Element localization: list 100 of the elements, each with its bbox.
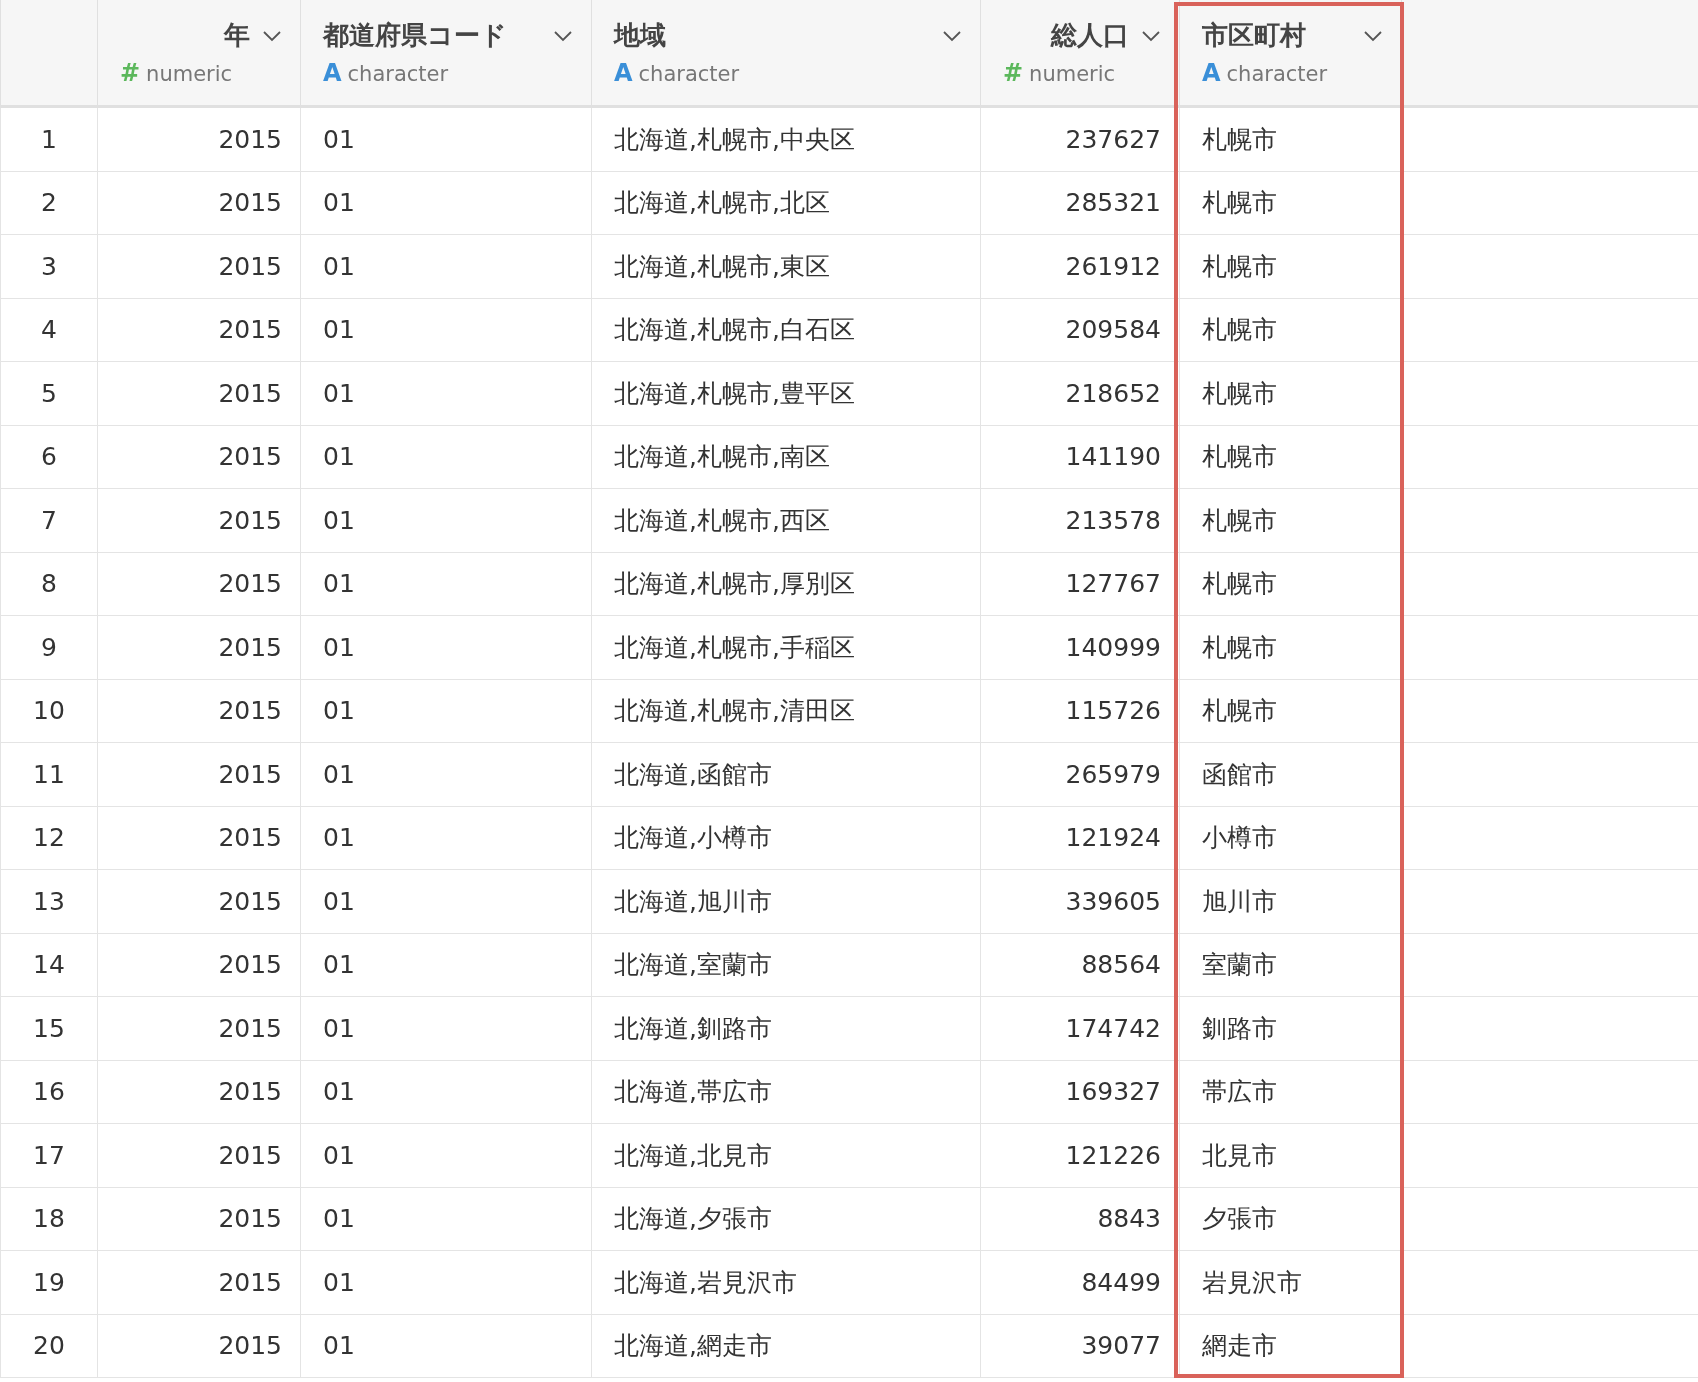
table-cell: 140999 [981, 616, 1180, 679]
chevron-down-icon[interactable] [1363, 29, 1383, 42]
chevron-down-icon[interactable] [942, 29, 962, 42]
table-cell: 北海道,帯広市 [592, 1060, 981, 1123]
table-cell: 岩見沢市 [1180, 1251, 1402, 1314]
table-cell: 261912 [981, 235, 1180, 298]
column-header[interactable]: 都道府県コード A character [301, 0, 592, 105]
table-cell: 北海道,網走市 [592, 1314, 981, 1377]
table-cell: 北海道,札幌市,東区 [592, 235, 981, 298]
row-number: 13 [0, 870, 98, 933]
chevron-down-icon[interactable] [553, 29, 573, 42]
table-cell: 2015 [98, 679, 301, 742]
column-name: 地域 [614, 19, 666, 52]
table-cell: 2015 [98, 806, 301, 869]
row-number: 15 [0, 997, 98, 1060]
table-cell: 218652 [981, 362, 1180, 425]
table-cell: 2015 [98, 1060, 301, 1123]
table-cell: 2015 [98, 616, 301, 679]
column-type: numeric [146, 62, 233, 86]
table-cell: 室蘭市 [1180, 933, 1402, 996]
chevron-down-icon[interactable] [262, 29, 282, 42]
table-cell: 265979 [981, 743, 1180, 806]
row-number: 6 [0, 425, 98, 488]
row-number: 9 [0, 616, 98, 679]
table-cell: 北海道,札幌市,西区 [592, 489, 981, 552]
table-cell: 141190 [981, 425, 1180, 488]
table-cell: 121924 [981, 806, 1180, 869]
table-cell: 213578 [981, 489, 1180, 552]
table-cell: 01 [301, 1187, 592, 1250]
chevron-down-icon[interactable] [1141, 29, 1161, 42]
type-icon: A [614, 59, 633, 87]
table-cell: 01 [301, 108, 592, 171]
row-number: 19 [0, 1251, 98, 1314]
table-cell: 01 [301, 362, 592, 425]
column-type: character [638, 62, 740, 86]
table-cell: 2015 [98, 1314, 301, 1377]
table-cell: 北海道,室蘭市 [592, 933, 981, 996]
table-cell: 北海道,岩見沢市 [592, 1251, 981, 1314]
table-cell: 札幌市 [1180, 362, 1402, 425]
table-cell: 174742 [981, 997, 1180, 1060]
table-cell: 夕張市 [1180, 1187, 1402, 1250]
table-cell: 8843 [981, 1187, 1180, 1250]
table-cell: 帯広市 [1180, 1060, 1402, 1123]
table-cell: 北海道,札幌市,北区 [592, 171, 981, 234]
table-cell: 01 [301, 679, 592, 742]
table-cell: 札幌市 [1180, 235, 1402, 298]
table-cell: 01 [301, 1124, 592, 1187]
row-number: 5 [0, 362, 98, 425]
table-cell: 39077 [981, 1314, 1180, 1377]
row-number: 8 [0, 552, 98, 615]
table-cell: 2015 [98, 743, 301, 806]
table-cell: 01 [301, 1314, 592, 1377]
row-number: 16 [0, 1060, 98, 1123]
type-icon: A [323, 59, 342, 87]
table-cell: 285321 [981, 171, 1180, 234]
column-name: 総人口 [1051, 19, 1129, 52]
table-cell: 01 [301, 933, 592, 996]
row-number: 14 [0, 933, 98, 996]
row-number: 10 [0, 679, 98, 742]
table-cell: 01 [301, 489, 592, 552]
column-header[interactable]: 地域 A character [592, 0, 981, 105]
table-cell: 01 [301, 298, 592, 361]
table-cell: 釧路市 [1180, 997, 1402, 1060]
table-cell: 札幌市 [1180, 171, 1402, 234]
row-number: 7 [0, 489, 98, 552]
table-cell: 北海道,札幌市,白石区 [592, 298, 981, 361]
table-cell: 2015 [98, 997, 301, 1060]
table-cell: 2015 [98, 171, 301, 234]
table-cell: 115726 [981, 679, 1180, 742]
column-header[interactable]: 市区町村 A character [1180, 0, 1402, 105]
table-cell: 札幌市 [1180, 679, 1402, 742]
table-cell: 2015 [98, 298, 301, 361]
table-cell: 2015 [98, 1124, 301, 1187]
table-cell: 2015 [98, 425, 301, 488]
table-cell: 237627 [981, 108, 1180, 171]
row-number: 3 [0, 235, 98, 298]
table-cell: 2015 [98, 362, 301, 425]
row-number: 12 [0, 806, 98, 869]
table-cell: 札幌市 [1180, 108, 1402, 171]
column-header[interactable]: 総人口 # numeric [981, 0, 1180, 105]
table-cell: 01 [301, 997, 592, 1060]
column-type: character [347, 62, 449, 86]
table-cell: 01 [301, 1060, 592, 1123]
type-icon: # [1003, 59, 1024, 87]
table-cell: 01 [301, 552, 592, 615]
column-header[interactable]: 年 # numeric [98, 0, 301, 105]
row-number: 18 [0, 1187, 98, 1250]
table-cell: 01 [301, 743, 592, 806]
table-cell: 01 [301, 616, 592, 679]
table-cell: 小樽市 [1180, 806, 1402, 869]
table-cell: 北海道,札幌市,厚別区 [592, 552, 981, 615]
table-cell: 2015 [98, 489, 301, 552]
table-cell: 北海道,札幌市,清田区 [592, 679, 981, 742]
table-cell: 2015 [98, 108, 301, 171]
table-cell: 網走市 [1180, 1314, 1402, 1377]
table-cell: 121226 [981, 1124, 1180, 1187]
table-cell: 北海道,札幌市,南区 [592, 425, 981, 488]
table-cell: 01 [301, 806, 592, 869]
table-cell: 北海道,小樽市 [592, 806, 981, 869]
table-cell: 旭川市 [1180, 870, 1402, 933]
